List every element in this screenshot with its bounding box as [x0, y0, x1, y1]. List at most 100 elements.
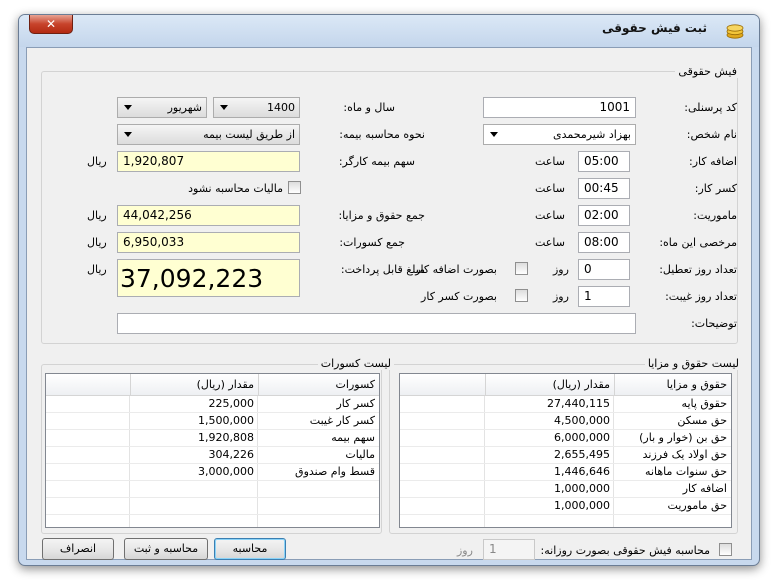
holiday-days-unit: روز [553, 263, 569, 276]
mission-unit: ساعت [535, 209, 565, 222]
employee-insurance-label: سهم بیمه کارگر: [338, 155, 415, 168]
deduction-item-amount: 1,500,000 [198, 414, 254, 427]
table-row[interactable]: اضافه کار 1,000,000 [400, 481, 731, 498]
table-row[interactable]: حقوق پایه 27,440,115 [400, 396, 731, 413]
absence-days-unit: روز [553, 290, 569, 303]
salary-item-amount: 1,446,646 [554, 465, 610, 478]
daily-days-unit: روز [457, 544, 473, 557]
chevron-down-icon [124, 105, 132, 110]
close-icon: ✕ [45, 17, 57, 31]
no-tax-checkbox[interactable] [288, 181, 301, 194]
deduction-col-name[interactable]: کسورات [258, 374, 379, 396]
absence-as-undertime-label: بصورت کسر کار [421, 290, 497, 303]
deduction-item-name: قسط وام صندوق [295, 465, 375, 478]
person-name-label: نام شخص: [686, 128, 737, 141]
deduction-item-name: سهم بیمه [331, 431, 375, 444]
payslip-group-title: فیش حقوقی [675, 65, 740, 78]
total-deductions-label: جمع کسورات: [339, 236, 405, 249]
holiday-as-overtime-label: بصورت اضافه کار [415, 263, 497, 276]
daily-calc-checkbox[interactable] [719, 543, 732, 556]
salary-item-amount: 6,000,000 [554, 431, 610, 444]
employee-insurance-unit: ریال [87, 155, 107, 168]
table-row[interactable]: حق اولاد یک فرزند 2,655,495 [400, 447, 731, 464]
cancel-button[interactable]: انصراف [42, 538, 114, 560]
deduction-item-amount: 225,000 [208, 397, 255, 410]
salary-item-amount: 1,000,000 [554, 482, 610, 495]
window-title: ثبت فیش حقوقی [602, 21, 707, 35]
employee-insurance-field: 1,920,807 [117, 151, 300, 172]
insurance-method-select[interactable]: از طریق لیست بیمه [117, 124, 300, 145]
deduction-table-header: کسورات مقدار (ریال) [46, 374, 379, 396]
table-row[interactable]: حق ماموریت 1,000,000 [400, 498, 731, 515]
table-row[interactable]: حق سنوات ماهانه 1,446,646 [400, 464, 731, 481]
absence-as-undertime-checkbox[interactable] [515, 289, 528, 302]
year-month-label: سال و ماه: [343, 101, 395, 114]
table-row[interactable]: کسر کار غیبت 1,500,000 [46, 413, 379, 430]
month-select[interactable]: شهریور [117, 97, 207, 118]
chevron-down-icon [220, 105, 228, 110]
table-row[interactable]: کسر کار 225,000 [46, 396, 379, 413]
salary-item-amount: 4,500,000 [554, 414, 610, 427]
year-value: 1400 [267, 101, 295, 114]
payable-field: 37,092,223 [117, 259, 300, 297]
personnel-code-label: کد پرسنلی: [684, 101, 737, 114]
person-name-value: بهزاد شیرمحمدی [553, 128, 631, 141]
salary-item-name: اضافه کار [682, 482, 727, 495]
absence-days-label: تعداد روز غیبت: [665, 290, 737, 303]
deduction-col-amount[interactable]: مقدار (ریال) [130, 374, 258, 396]
no-tax-label: مالیات محاسبه نشود [188, 182, 283, 195]
deduction-item-name: کسر کار غیبت [309, 414, 375, 427]
description-input[interactable] [117, 313, 636, 334]
calculate-save-button[interactable]: محاسبه و ثبت [124, 538, 208, 560]
salary-col-name[interactable]: حقوق و مزایا [614, 374, 731, 396]
table-row[interactable] [46, 481, 379, 498]
overtime-input[interactable]: 05:00 [578, 151, 630, 172]
table-row[interactable]: مالیات 304,226 [46, 447, 379, 464]
daily-calc-label: محاسبه فیش حقوقی بصورت روزانه: [540, 544, 710, 557]
salary-item-name: حق بن (خوار و بار) [639, 431, 727, 444]
salary-item-name: حق ماموریت [667, 499, 727, 512]
description-label: توضیحات: [691, 317, 737, 330]
table-row[interactable]: سهم بیمه 1,920,808 [46, 430, 379, 447]
holiday-days-label: تعداد روز تعطیل: [659, 263, 737, 276]
undertime-unit: ساعت [535, 182, 565, 195]
overtime-unit: ساعت [535, 155, 565, 168]
table-row[interactable] [46, 498, 379, 515]
title-bar[interactable]: ثبت فیش حقوقی ✕ [19, 15, 759, 47]
year-select[interactable]: 1400 [213, 97, 300, 118]
overtime-label: اضافه کار: [688, 155, 737, 168]
total-deductions-field: 6,950,033 [117, 232, 300, 253]
salary-item-name: حق سنوات ماهانه [645, 465, 727, 478]
absence-days-input[interactable]: 1 [578, 286, 630, 307]
salary-col-amount[interactable]: مقدار (ریال) [485, 374, 614, 396]
chevron-down-icon [490, 132, 498, 137]
daily-days-input[interactable]: 1 [483, 539, 535, 560]
mission-label: ماموریت: [693, 209, 737, 222]
close-button[interactable]: ✕ [29, 15, 73, 34]
salary-item-amount: 1,000,000 [554, 499, 610, 512]
total-deductions-unit: ریال [87, 236, 107, 249]
deduction-item-name: مالیات [345, 448, 375, 461]
mission-input[interactable]: 02:00 [578, 205, 630, 226]
person-name-select[interactable]: بهزاد شیرمحمدی [483, 124, 636, 145]
undertime-input[interactable]: 00:45 [578, 178, 630, 199]
chevron-down-icon [124, 132, 132, 137]
leave-input[interactable]: 08:00 [578, 232, 630, 253]
holiday-days-input[interactable]: 0 [578, 259, 630, 280]
payable-unit: ریال [87, 263, 107, 276]
deduction-item-amount: 1,920,808 [198, 431, 254, 444]
personnel-code-input[interactable]: 1001 [483, 97, 636, 118]
total-salary-unit: ریال [87, 209, 107, 222]
undertime-label: کسر کار: [694, 182, 737, 195]
table-row[interactable]: حق بن (خوار و بار) 6,000,000 [400, 430, 731, 447]
table-row[interactable]: حق مسکن 4,500,000 [400, 413, 731, 430]
deduction-table[interactable]: کسورات مقدار (ریال) کسر کار 225,000 کسر ک… [45, 373, 380, 528]
total-salary-label: جمع حقوق و مزایا: [338, 209, 425, 222]
holiday-as-overtime-checkbox[interactable] [515, 262, 528, 275]
salary-item-name: حق مسکن [677, 414, 727, 427]
payable-label: مبلغ قابل پرداخت: [340, 263, 425, 276]
table-row[interactable]: قسط وام صندوق 3,000,000 [46, 464, 379, 481]
payslip-window: ثبت فیش حقوقی ✕ فیش حقوقی کد پرسنلی: نام… [18, 14, 760, 566]
salary-table[interactable]: حقوق و مزایا مقدار (ریال) حقوق پایه 27,44… [399, 373, 732, 528]
calculate-button[interactable]: محاسبه [214, 538, 286, 560]
